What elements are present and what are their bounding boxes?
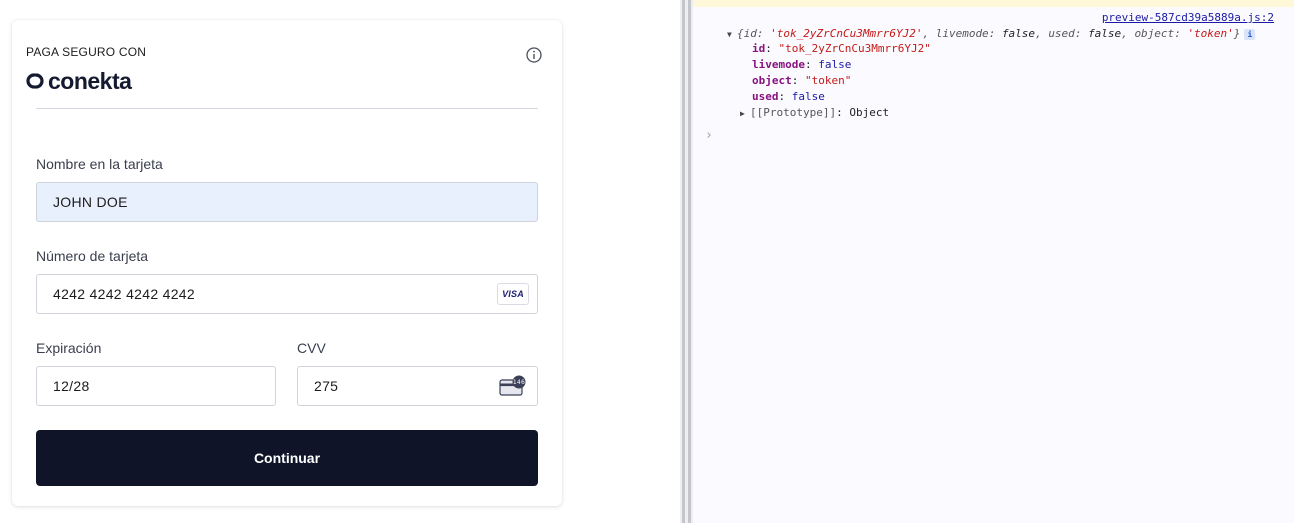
card-number-value: 4242 4242 4242 4242 bbox=[53, 286, 195, 302]
visa-card-icon: VISA bbox=[497, 283, 529, 305]
conekta-logo-mark-icon bbox=[26, 73, 44, 89]
conekta-logo: conekta bbox=[24, 66, 132, 96]
expiration-label: Expiración bbox=[36, 340, 102, 356]
checkout-card: PAGA SEGURO CON conekta Nombre en la tar… bbox=[12, 20, 562, 506]
cvv-card-icon: 146 bbox=[499, 375, 526, 396]
header-divider bbox=[36, 108, 538, 109]
splitter-grip-right bbox=[688, 0, 691, 523]
conekta-logo-text: conekta bbox=[48, 68, 132, 94]
screen: PAGA SEGURO CON conekta Nombre en la tar… bbox=[0, 0, 1294, 523]
splitter-grip-left bbox=[682, 0, 685, 523]
object-info-icon[interactable]: i bbox=[1244, 28, 1256, 40]
cvv-value: 275 bbox=[314, 378, 339, 394]
info-icon[interactable] bbox=[525, 46, 543, 64]
devtools-console: preview-587cd39a5889a.js:2 ▼ {id: 'tok_2y… bbox=[693, 0, 1294, 523]
expiration-input[interactable]: 12/28 bbox=[36, 366, 276, 406]
name-value: JOHN DOE bbox=[53, 194, 128, 210]
console-prompt-chevron-icon[interactable]: › bbox=[705, 128, 713, 143]
console-object-summary[interactable]: ▼ {id: 'tok_2yZrCnCu3Mmrr6YJ2', livemode:… bbox=[727, 27, 1256, 42]
card-number-label: Número de tarjeta bbox=[36, 248, 149, 264]
cvv-input[interactable]: 275 146 bbox=[297, 366, 538, 406]
name-input[interactable]: JOHN DOE bbox=[36, 182, 538, 222]
pay-secure-label: PAGA SEGURO CON bbox=[26, 45, 147, 59]
console-prop-id: id: "tok_2yZrCnCu3Mmrr6YJ2" bbox=[752, 42, 931, 55]
checkout-pane: PAGA SEGURO CON conekta Nombre en la tar… bbox=[0, 0, 680, 523]
name-label: Nombre en la tarjeta bbox=[36, 156, 163, 172]
expiration-value: 12/28 bbox=[53, 378, 90, 394]
card-number-input[interactable]: 4242 4242 4242 4242 VISA bbox=[36, 274, 538, 314]
expand-triangle-down-icon[interactable]: ▼ bbox=[727, 28, 737, 42]
continue-button[interactable]: Continuar bbox=[36, 430, 538, 486]
console-prop-prototype[interactable]: ▶ [[Prototype]]: Object bbox=[740, 106, 889, 121]
console-prop-livemode: livemode: false bbox=[752, 58, 852, 71]
cvv-label: CVV bbox=[297, 340, 326, 356]
console-source-link[interactable]: preview-587cd39a5889a.js:2 bbox=[1102, 11, 1274, 24]
cvv-hint-text: 146 bbox=[513, 379, 525, 386]
expand-triangle-right-icon[interactable]: ▶ bbox=[740, 107, 750, 121]
console-prop-object: object: "token" bbox=[752, 74, 852, 87]
console-prop-used: used: false bbox=[752, 90, 825, 103]
console-warning-strip bbox=[693, 0, 1294, 7]
